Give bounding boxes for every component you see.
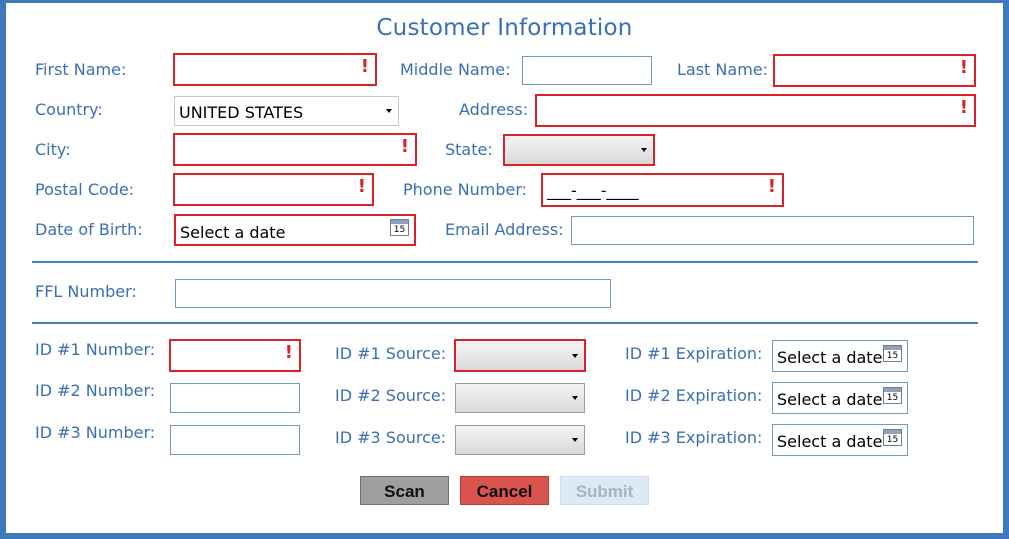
date-of-birth-label: Date of Birth: (35, 220, 143, 239)
section-divider (32, 261, 978, 263)
city-field[interactable]: ! (173, 133, 417, 166)
ffl-number-label: FFL Number: (35, 282, 137, 301)
last-name-field[interactable]: ! (773, 54, 976, 87)
ffl-number-field[interactable] (175, 279, 611, 308)
id3-number-label: ID #3 Number: (35, 423, 156, 442)
chevron-down-icon (572, 438, 578, 442)
id3-expiration-placeholder: Select a date (777, 432, 883, 451)
middle-name-label: Middle Name: (400, 60, 511, 79)
state-select[interactable] (503, 134, 655, 166)
state-label: State: (445, 140, 493, 159)
id3-number-field[interactable] (170, 425, 300, 455)
phone-number-label: Phone Number: (403, 180, 528, 199)
middle-name-field[interactable] (522, 56, 652, 85)
id2-expiration-label: ID #2 Expiration: (625, 386, 763, 405)
postal-code-label: Postal Code: (35, 180, 135, 199)
chevron-down-icon (572, 353, 578, 358)
id1-source-select[interactable] (454, 339, 586, 372)
id2-number-field[interactable] (170, 383, 300, 413)
form-title: Customer Information (376, 15, 633, 41)
id2-expiration-placeholder: Select a date (777, 390, 883, 409)
id3-expiration-picker[interactable]: Select a date 15 (772, 424, 908, 456)
submit-button[interactable]: Submit (560, 476, 649, 505)
postal-code-field[interactable]: ! (173, 173, 374, 206)
id3-source-select[interactable] (455, 425, 585, 455)
address-error-icon: ! (959, 97, 968, 118)
address-field[interactable]: ! (535, 94, 976, 127)
country-select[interactable]: UNITED STATES (174, 96, 399, 126)
id1-number-label: ID #1 Number: (35, 340, 156, 359)
id3-expiration-label: ID #3 Expiration: (625, 428, 763, 447)
email-address-label: Email Address: (445, 220, 564, 239)
chevron-down-icon (641, 148, 647, 152)
id2-expiration-picker[interactable]: Select a date 15 (772, 382, 908, 414)
id2-source-label: ID #2 Source: (335, 386, 447, 405)
phone-number-mask: ___-___-____ (547, 181, 639, 200)
id3-source-label: ID #3 Source: (335, 428, 447, 447)
calendar-icon[interactable]: 15 (883, 429, 902, 446)
id2-source-select[interactable] (455, 383, 585, 413)
date-of-birth-picker[interactable]: Select a date 15 (174, 214, 416, 246)
id1-number-error-icon: ! (284, 342, 293, 363)
scan-button[interactable]: Scan (360, 476, 449, 505)
postal-code-error-icon: ! (357, 176, 366, 197)
id1-expiration-label: ID #1 Expiration: (625, 344, 763, 363)
country-label: Country: (35, 100, 103, 119)
first-name-field[interactable]: ! (173, 53, 377, 86)
cancel-button[interactable]: Cancel (460, 476, 549, 505)
id2-number-label: ID #2 Number: (35, 381, 156, 400)
email-address-field[interactable] (571, 216, 974, 245)
calendar-icon[interactable]: 15 (390, 219, 409, 236)
last-name-error-icon: ! (959, 57, 968, 78)
last-name-label: Last Name: (677, 60, 769, 79)
id1-number-field[interactable]: ! (169, 339, 301, 372)
address-label: Address: (459, 100, 529, 119)
phone-number-error-icon: ! (767, 176, 776, 197)
city-label: City: (35, 140, 71, 159)
calendar-icon[interactable]: 15 (883, 387, 902, 404)
id1-expiration-placeholder: Select a date (777, 348, 883, 367)
id1-source-label: ID #1 Source: (335, 344, 447, 363)
first-name-label: First Name: (35, 60, 127, 79)
country-value: UNITED STATES (179, 103, 304, 122)
id1-expiration-picker[interactable]: Select a date 15 (772, 340, 908, 372)
section-divider (32, 322, 978, 324)
phone-number-field[interactable]: ___-___-____ ! (541, 173, 784, 207)
chevron-down-icon (386, 109, 392, 113)
calendar-icon[interactable]: 15 (883, 345, 902, 362)
first-name-error-icon: ! (360, 56, 369, 77)
date-of-birth-placeholder: Select a date (180, 223, 286, 242)
chevron-down-icon (572, 396, 578, 400)
city-error-icon: ! (400, 136, 409, 157)
